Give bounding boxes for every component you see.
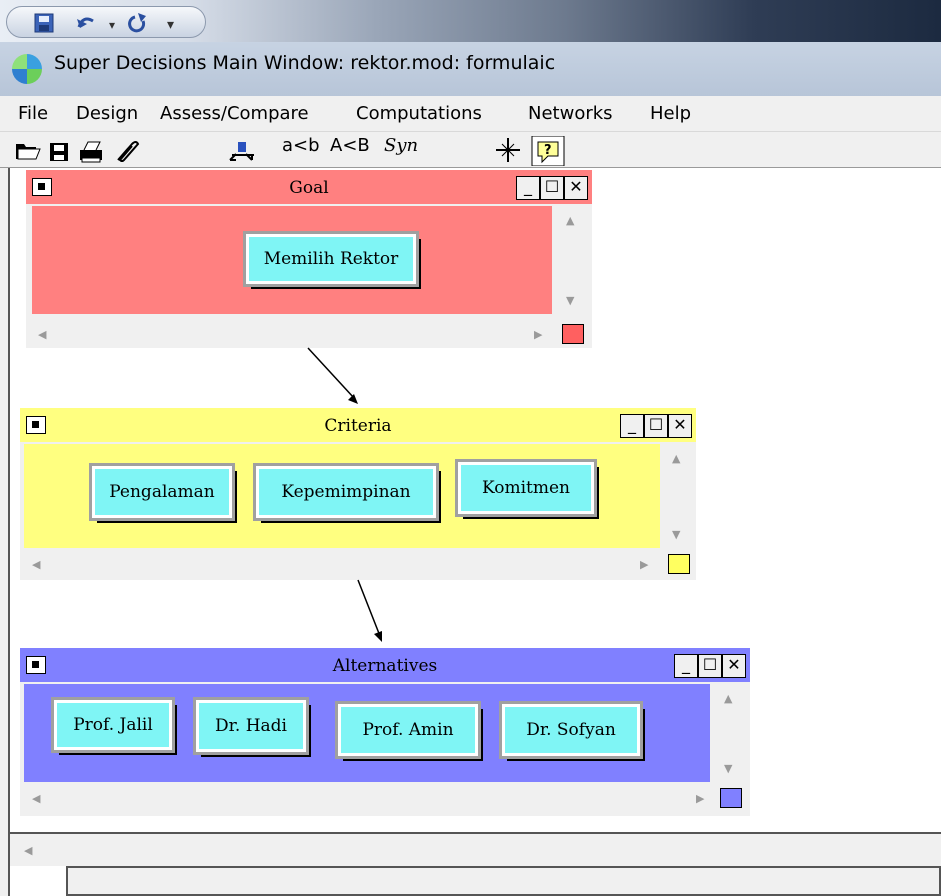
- cluster-goal-titlebar[interactable]: Goal _ ☐ ✕: [26, 170, 592, 204]
- undo-dropdown-icon[interactable]: ▾: [109, 18, 115, 32]
- scroll-left-icon[interactable]: ◀: [32, 558, 40, 571]
- node-label: Kepemimpinan: [281, 482, 411, 502]
- print-icon[interactable]: [80, 141, 102, 163]
- node-label: Pengalaman: [109, 482, 215, 502]
- A-less-B-button[interactable]: A<B: [330, 135, 370, 156]
- node-label: Dr. Hadi: [215, 716, 287, 736]
- app-icon: [12, 54, 42, 84]
- node-prof-amin[interactable]: Prof. Amin: [335, 701, 481, 759]
- scroll-right-icon[interactable]: ▶: [696, 792, 704, 805]
- menu-design[interactable]: Design: [76, 103, 138, 124]
- svg-text:?: ?: [544, 143, 552, 158]
- scroll-down-icon[interactable]: ▼: [672, 528, 680, 541]
- minimize-button[interactable]: _: [620, 414, 644, 438]
- node-dr-hadi[interactable]: Dr. Hadi: [193, 697, 309, 755]
- scroll-up-icon[interactable]: ▲: [724, 692, 732, 705]
- node-label: Dr. Sofyan: [526, 720, 616, 740]
- close-button[interactable]: ✕: [564, 176, 588, 200]
- scroll-up-icon[interactable]: ▲: [566, 214, 574, 227]
- scroll-left-icon[interactable]: ◀: [24, 844, 32, 857]
- node-label: Komitmen: [482, 478, 570, 498]
- node-label: Memilih Rektor: [263, 249, 399, 269]
- node-label: Prof. Amin: [362, 720, 454, 740]
- vertical-scrollbar[interactable]: ▲ ▼: [710, 684, 742, 782]
- node-pengalaman[interactable]: Pengalaman: [89, 463, 235, 521]
- node-memilih-rektor[interactable]: Memilih Rektor: [243, 231, 419, 287]
- menu-computations[interactable]: Computations: [356, 103, 482, 124]
- window-title: Super Decisions Main Window: rektor.mod:…: [54, 52, 556, 74]
- cluster-criteria-body: Pengalaman Kepemimpinan Komitmen: [24, 444, 660, 548]
- node-komitmen[interactable]: Komitmen: [455, 459, 597, 517]
- menu-networks[interactable]: Networks: [528, 103, 613, 124]
- node-label: Prof. Jalil: [73, 715, 153, 735]
- minimize-button[interactable]: _: [674, 654, 698, 678]
- save-disk-icon[interactable]: [50, 143, 68, 161]
- node-dr-sofyan[interactable]: Dr. Sofyan: [499, 701, 643, 759]
- quick-access-toolbar: ▾ ▾: [6, 6, 206, 38]
- maximize-button[interactable]: ☐: [644, 414, 668, 438]
- scroll-right-icon[interactable]: ▶: [534, 328, 542, 341]
- help-icon[interactable]: ?: [531, 136, 565, 166]
- a-less-b-button[interactable]: a<b: [282, 135, 320, 156]
- menu-help[interactable]: Help: [650, 103, 691, 124]
- scroll-left-icon[interactable]: ◀: [32, 792, 40, 805]
- redo-icon[interactable]: [128, 13, 146, 33]
- close-button[interactable]: ✕: [668, 414, 692, 438]
- cluster-criteria-title: Criteria: [324, 416, 392, 436]
- scroll-down-icon[interactable]: ▼: [724, 762, 732, 775]
- scroll-up-icon[interactable]: ▲: [672, 452, 680, 465]
- main-horizontal-scrollbar[interactable]: ◀: [10, 832, 941, 866]
- cluster-alternatives[interactable]: Alternatives _ ☐ ✕ Prof. Jalil Dr. Hadi …: [20, 648, 750, 816]
- link-arrow-goal-criteria: [307, 347, 358, 404]
- left-frame: [0, 168, 10, 896]
- cluster-color-swatch[interactable]: [720, 788, 742, 808]
- minimize-button[interactable]: _: [516, 176, 540, 200]
- save-icon[interactable]: [34, 13, 54, 33]
- node-kepemimpinan[interactable]: Kepemimpinan: [253, 463, 439, 521]
- cluster-goal-title: Goal: [289, 178, 329, 198]
- cluster-alternatives-title: Alternatives: [332, 656, 438, 676]
- cluster-goal[interactable]: Goal _ ☐ ✕ Memilih Rektor ▲ ▼ ◀ ▶: [26, 170, 592, 348]
- node-prof-jalil[interactable]: Prof. Jalil: [51, 697, 175, 753]
- cluster-color-swatch[interactable]: [562, 324, 584, 344]
- compass-icon[interactable]: [496, 138, 520, 162]
- maximize-button[interactable]: ☐: [540, 176, 564, 200]
- status-bar: [66, 866, 941, 896]
- scroll-left-icon[interactable]: ◀: [38, 328, 46, 341]
- close-button[interactable]: ✕: [722, 654, 746, 678]
- syn-button[interactable]: Syn: [384, 135, 418, 156]
- cluster-alternatives-titlebar[interactable]: Alternatives _ ☐ ✕: [20, 648, 750, 682]
- cluster-criteria[interactable]: Criteria _ ☐ ✕ Pengalaman Kepemimpinan K…: [20, 408, 696, 580]
- cluster-criteria-titlebar[interactable]: Criteria _ ☐ ✕: [20, 408, 696, 442]
- cluster-alternatives-body: Prof. Jalil Dr. Hadi Prof. Amin Dr. Sofy…: [24, 684, 710, 782]
- vertical-scrollbar[interactable]: ▲ ▼: [554, 206, 586, 314]
- menu-file[interactable]: File: [18, 103, 48, 124]
- open-folder-icon[interactable]: [16, 144, 41, 160]
- undo-icon[interactable]: [77, 17, 94, 28]
- maximize-button[interactable]: ☐: [698, 654, 722, 678]
- network-arrow-icon[interactable]: [229, 142, 254, 161]
- attach-icon[interactable]: [117, 141, 140, 162]
- menu-assess-compare[interactable]: Assess/Compare: [160, 103, 309, 124]
- scroll-right-icon[interactable]: ▶: [640, 558, 648, 571]
- customize-dropdown-icon[interactable]: ▾: [167, 17, 174, 33]
- vertical-scrollbar[interactable]: ▲ ▼: [660, 444, 692, 548]
- cluster-color-swatch[interactable]: [668, 554, 690, 574]
- link-arrow-criteria-alternatives: [357, 579, 382, 642]
- scroll-down-icon[interactable]: ▼: [566, 294, 574, 307]
- cluster-goal-body: Memilih Rektor: [32, 206, 552, 314]
